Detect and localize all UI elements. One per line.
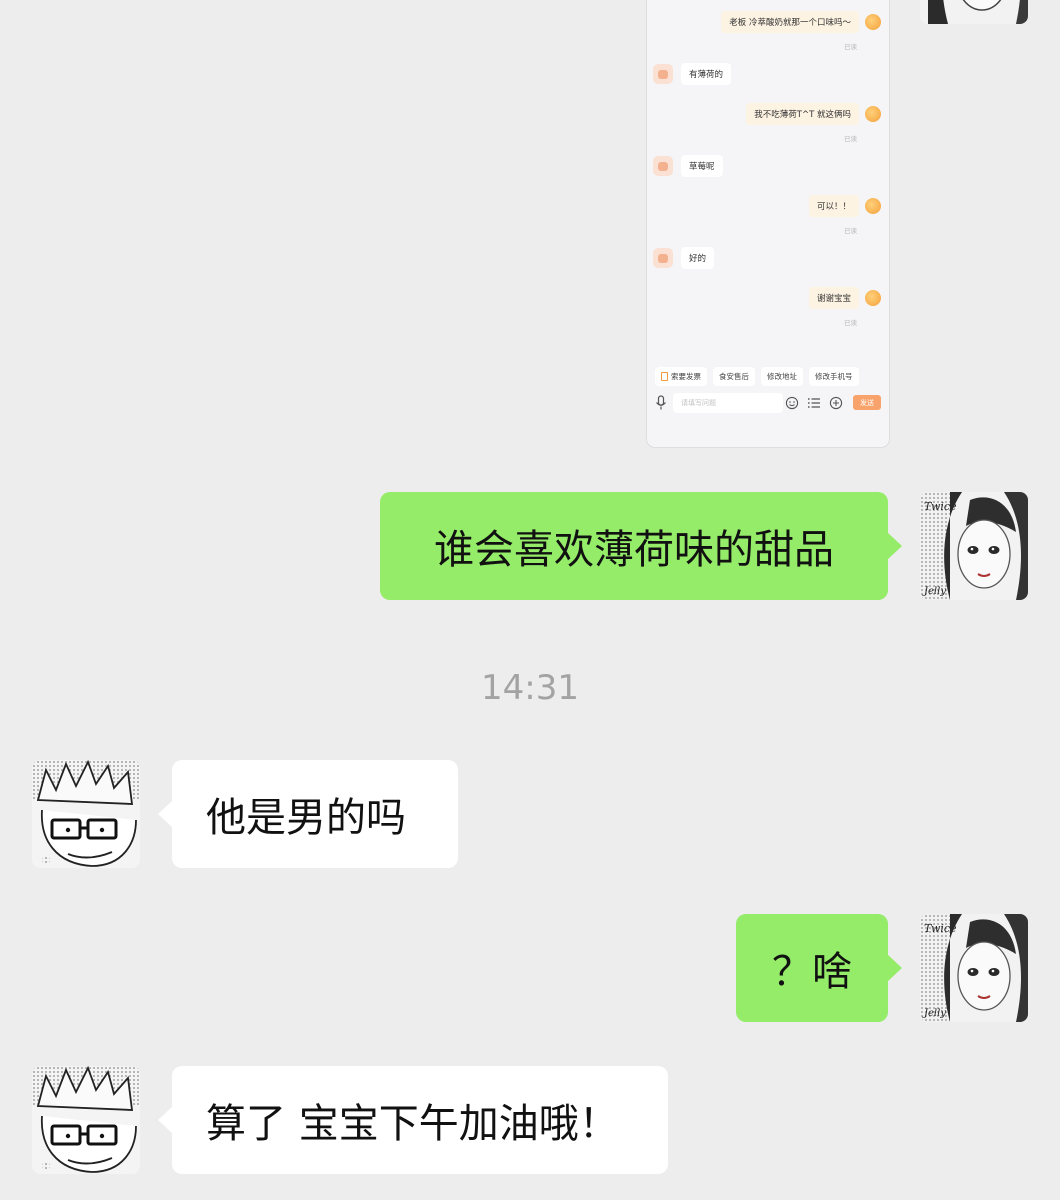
message-text: 谁会喜欢薄荷味的甜品: [434, 527, 834, 573]
shot-message-out: 老板 冷萃酸奶就那一个口味吗～: [721, 11, 881, 33]
shot-message-in: 好的: [653, 247, 715, 269]
embedded-screenshot: 老板 冷萃酸奶就那一个口味吗～ 已读 有薄荷的 我不吃薄荷T^T 就这俩吗 已读…: [646, 0, 890, 448]
shop-avatar: [653, 156, 673, 176]
contact-avatar[interactable]: [32, 1066, 140, 1174]
my-avatar[interactable]: [920, 0, 1028, 24]
shop-avatar: [653, 248, 673, 268]
shot-bubble: 我不吃薄荷T^T 就这俩吗: [746, 103, 859, 125]
quick-action-invoice[interactable]: 索要发票: [655, 367, 707, 386]
shot-message-out: 谢谢宝宝: [808, 287, 881, 309]
emoji-icon[interactable]: [785, 396, 799, 410]
shot-bubble: 可以！！: [808, 195, 859, 217]
read-status: 已读: [844, 319, 857, 327]
shot-bubble: 老板 冷萃酸奶就那一个口味吗～: [721, 11, 859, 33]
read-status: 已读: [844, 135, 857, 143]
quick-action-after-sale[interactable]: 食安售后: [713, 367, 755, 386]
shot-message-out: 我不吃薄荷T^T 就这俩吗: [746, 103, 881, 125]
shot-bubble: 有薄荷的: [681, 63, 732, 85]
quick-action-phone[interactable]: 修改手机号: [809, 367, 859, 386]
shop-user-avatar: [865, 14, 881, 30]
microphone-icon[interactable]: [655, 395, 667, 411]
shot-bubble: 好的: [681, 247, 715, 269]
manga-boy-avatar-image: [32, 1066, 140, 1174]
my-avatar[interactable]: Twice Jelly: [920, 914, 1028, 1022]
anime-girl-avatar-image: Twice Jelly: [920, 914, 1028, 1022]
chat-bubble-incoming[interactable]: 他是男的吗: [158, 760, 458, 868]
message-text: ？啥: [772, 949, 852, 995]
document-icon: [661, 372, 668, 381]
shot-message-in: 草莓呢: [653, 155, 723, 177]
svg-text:Jelly: Jelly: [922, 586, 946, 597]
shop-user-avatar: [865, 198, 881, 214]
chat-bubble-outgoing[interactable]: ？啥: [736, 914, 902, 1022]
chat-bubble-incoming[interactable]: 算了 宝宝下午加油哦！: [158, 1066, 668, 1174]
shot-message-input[interactable]: 请填写问题: [673, 393, 783, 413]
shop-user-avatar: [865, 290, 881, 306]
manga-boy-avatar-image: [32, 760, 140, 868]
read-status: 已读: [844, 227, 857, 235]
shot-message-out: 可以！！: [808, 195, 881, 217]
shot-bubble: 谢谢宝宝: [808, 287, 859, 309]
shot-input-bar: 请填写问题 发送: [647, 389, 889, 417]
contact-avatar[interactable]: [32, 760, 140, 868]
chat-timestamp: 14:31: [481, 668, 579, 708]
anime-girl-avatar-image: Twice Jelly: [920, 492, 1028, 600]
message-text: 算了 宝宝下午加油哦！: [206, 1101, 619, 1147]
shot-message-in: 有薄荷的: [653, 63, 732, 85]
shop-user-avatar: [865, 106, 881, 122]
my-avatar[interactable]: Twice Jelly: [920, 492, 1028, 600]
list-icon[interactable]: [807, 396, 821, 410]
read-status: 已读: [844, 43, 857, 51]
shot-send-button[interactable]: 发送: [853, 395, 881, 410]
quick-actions: 索要发票 食安售后 修改地址 修改手机号: [655, 367, 859, 386]
message-text: 他是男的吗: [206, 795, 406, 841]
shot-bubble: 草莓呢: [681, 155, 723, 177]
plus-icon[interactable]: [829, 396, 843, 410]
chat-bubble-outgoing[interactable]: 谁会喜欢薄荷味的甜品: [380, 492, 902, 600]
quick-action-address[interactable]: 修改地址: [761, 367, 803, 386]
shop-avatar: [653, 64, 673, 84]
svg-text:Jelly: Jelly: [922, 1008, 946, 1019]
